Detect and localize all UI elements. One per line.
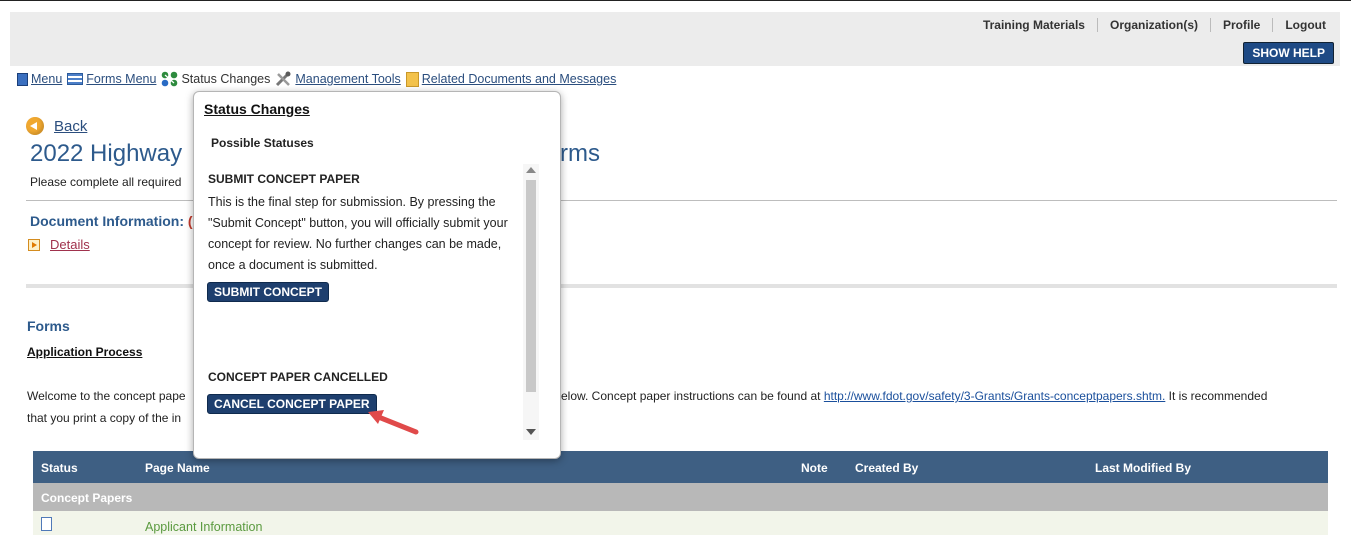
related-documents-label: Related Documents and Messages (421, 72, 617, 86)
page-title: 2022 Highway rms (30, 140, 600, 168)
popup-title: Status Changes (204, 101, 310, 117)
organizations-link[interactable]: Organization(s) (1096, 18, 1210, 32)
table-row[interactable]: Applicant Information (33, 511, 1328, 535)
cancel-concept-paper-button[interactable]: CANCEL CONCEPT PAPER (207, 394, 377, 414)
details-label: Details (50, 237, 90, 252)
document-information-heading: Document Information: ( (30, 213, 193, 229)
scroll-down-icon[interactable] (526, 429, 536, 435)
instructions-text-tail: It is recommended (1165, 389, 1268, 403)
page-title-left: 2022 Highway (30, 140, 183, 167)
expand-arrow-icon (28, 238, 40, 251)
column-note[interactable]: Note (801, 461, 828, 475)
training-materials-link[interactable]: Training Materials (971, 18, 1097, 32)
menu-item-menu[interactable]: Menu (17, 72, 62, 86)
document-information-label: Document Information: (30, 213, 184, 229)
instructions-text: elow. Concept paper instructions can be … (561, 389, 1267, 403)
table-group-row: Concept Papers (33, 483, 1328, 511)
concept-paper-instructions-link[interactable]: http://www.fdot.gov/safety/3-Grants/Gran… (824, 389, 1165, 403)
column-created-by[interactable]: Created By (855, 461, 918, 475)
back-link[interactable]: Back (26, 117, 87, 135)
documents-icon (405, 71, 419, 87)
submit-concept-button[interactable]: SUBMIT CONCEPT (207, 282, 329, 302)
page-instructions: Please complete all required (30, 175, 182, 189)
menu-item-forms-menu[interactable]: Forms Menu (67, 72, 156, 86)
profile-link[interactable]: Profile (1210, 18, 1272, 32)
show-help-button[interactable]: SHOW HELP (1243, 42, 1334, 64)
window-top-border (0, 0, 1351, 1)
page-title-right: rms (560, 140, 600, 167)
welcome-text-line2: that you print a copy of the in (27, 411, 182, 425)
annotation-arrow-icon (368, 410, 419, 435)
forms-heading: Forms (27, 318, 70, 334)
welcome-text-line1: Welcome to the concept pape (27, 389, 186, 403)
submit-concept-heading: SUBMIT CONCEPT PAPER (208, 172, 360, 186)
tools-icon (276, 71, 291, 87)
popup-scrollbar[interactable] (523, 164, 539, 440)
menu-bar: Menu Forms Menu Status Changes Managemen… (17, 71, 621, 87)
management-tools-label: Management Tools (295, 72, 401, 86)
menu-icon (17, 72, 28, 86)
back-label: Back (54, 117, 88, 135)
status-changes-icon (162, 71, 178, 87)
menu-item-status-changes[interactable]: Status Changes (161, 71, 270, 87)
top-bar: Training Materials Organization(s) Profi… (10, 12, 1340, 66)
column-last-modified-by[interactable]: Last Modified By (1095, 461, 1191, 475)
forms-list-icon (67, 73, 84, 85)
group-label: Concept Papers (41, 491, 133, 505)
forms-menu-label: Forms Menu (86, 72, 157, 86)
document-icon (41, 517, 52, 531)
forms-table: Status Page Name Note Created By Last Mo… (33, 451, 1328, 535)
top-links: Training Materials Organization(s) Profi… (971, 18, 1326, 32)
details-toggle[interactable]: Details (28, 237, 90, 252)
scrollbar-thumb[interactable] (526, 180, 536, 392)
instructions-text-lead: elow. Concept paper instructions can be … (561, 389, 824, 403)
menu-item-management-tools[interactable]: Management Tools (275, 71, 401, 87)
column-page-name[interactable]: Page Name (145, 461, 210, 475)
popup-subtitle: Possible Statuses (211, 136, 314, 150)
menu-label: Menu (31, 72, 63, 86)
application-process-heading: Application Process (27, 345, 143, 359)
document-information-value: ( (187, 213, 193, 229)
submit-concept-description: This is the final step for submission. B… (208, 195, 508, 272)
status-changes-label: Status Changes (181, 72, 271, 86)
back-arrow-icon (26, 117, 44, 135)
column-status[interactable]: Status (41, 461, 78, 475)
menu-item-related-documents[interactable]: Related Documents and Messages (405, 71, 617, 87)
logout-link[interactable]: Logout (1272, 18, 1326, 32)
scroll-up-icon[interactable] (526, 167, 536, 173)
page-name-link[interactable]: Applicant Information (145, 520, 262, 534)
concept-cancelled-heading: CONCEPT PAPER CANCELLED (208, 370, 388, 384)
